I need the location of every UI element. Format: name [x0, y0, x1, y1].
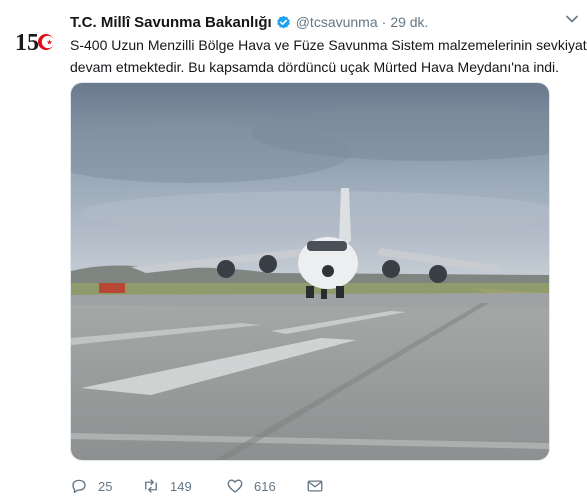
like-button[interactable]: 616	[226, 477, 306, 495]
retweet-button[interactable]: 149	[142, 477, 226, 495]
logo-number: 15	[15, 30, 39, 56]
tweet-photo[interactable]	[70, 82, 550, 461]
reply-count: 25	[98, 478, 113, 494]
tweet[interactable]: 15 T.C. Millî Savunma Bakanlığı @tcsavun…	[0, 0, 587, 504]
verified-badge-icon	[276, 15, 290, 28]
tweet-text: S-400 Uzun Menzilli Bölge Hava ve Füze S…	[70, 34, 587, 78]
header-separator: ·	[381, 14, 387, 30]
retweet-icon	[145, 479, 157, 493]
tweet-actions: 25 149 616	[70, 474, 550, 498]
tweet-header: T.C. Millî Savunma Bakanlığı @tcsavunma …	[70, 12, 577, 32]
account-avatar[interactable]: 15	[13, 22, 55, 64]
tweet-text-line: S-400 Uzun Menzilli Bölge Hava ve Füze S…	[70, 37, 587, 53]
like-count: 616	[254, 478, 276, 494]
tweet-text-line: devam etmektedir. Bu kapsamda dördüncü u…	[70, 59, 560, 75]
heart-icon	[227, 479, 243, 493]
tweet-timestamp[interactable]: 29 dk.	[390, 14, 428, 30]
account-handle[interactable]: @tcsavunma	[296, 14, 378, 30]
envelope-icon	[307, 480, 323, 492]
retweet-count: 149	[170, 478, 192, 494]
account-name[interactable]: T.C. Millî Savunma Bakanlığı	[70, 14, 272, 31]
reply-icon	[72, 479, 86, 494]
airplane-landing-photo	[71, 83, 549, 460]
direct-message-button[interactable]	[306, 477, 324, 495]
anniversary-logo-icon: 15	[15, 30, 55, 56]
chevron-down-icon[interactable]	[565, 12, 579, 26]
reply-button[interactable]: 25	[70, 477, 142, 495]
